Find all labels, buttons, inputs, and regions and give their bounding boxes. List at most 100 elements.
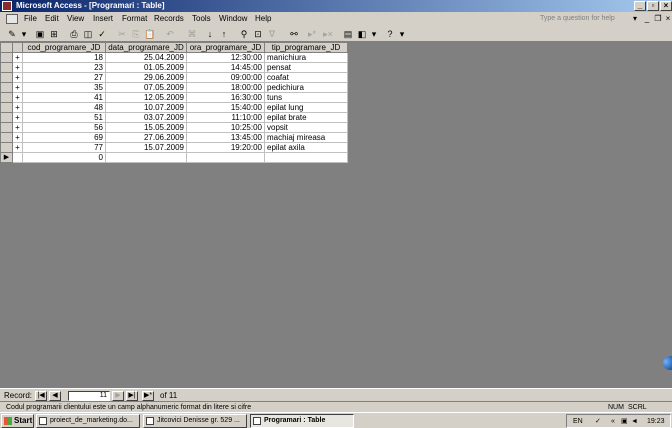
start-button[interactable]: Start — [1, 414, 34, 428]
database-window-icon[interactable]: ▤ — [342, 28, 354, 40]
close-button[interactable]: × — [660, 1, 672, 11]
record-selector[interactable] — [0, 122, 13, 133]
cell-tip[interactable]: vopsit — [264, 122, 348, 133]
new-record-row[interactable]: ▶ 0 — [0, 152, 348, 163]
table-row[interactable]: +35 07.05.2009 18:00:00 pedichiura — [0, 82, 348, 93]
child-restore-button[interactable]: ❐ — [653, 14, 663, 24]
table-window-icon[interactable] — [6, 14, 18, 24]
cell-tip[interactable]: machiaj mireasa — [264, 132, 348, 143]
cell-cod[interactable]: 69 — [22, 132, 106, 143]
print-preview-icon[interactable]: ◫ — [82, 28, 94, 40]
menu-format[interactable]: Format — [122, 14, 147, 24]
office-assistant-globe[interactable] — [663, 356, 672, 370]
cell-cod[interactable]: 48 — [22, 102, 106, 113]
cell-data[interactable]: 25.04.2009 — [105, 52, 187, 63]
record-selector[interactable] — [0, 82, 13, 93]
cell-tip[interactable]: pensat — [264, 62, 348, 73]
network-icon[interactable]: ✓ — [595, 416, 601, 427]
expand-subdatasheet-icon[interactable]: + — [12, 72, 23, 83]
toolbar-options-icon[interactable]: ▾ — [396, 28, 408, 40]
expand-subdatasheet-icon[interactable]: + — [12, 132, 23, 143]
cell-tip[interactable] — [264, 152, 348, 163]
expand-subdatasheet-icon[interactable]: + — [12, 112, 23, 123]
cell-data[interactable]: 15.07.2009 — [105, 142, 187, 153]
new-record-nav-button[interactable]: ▶* — [142, 391, 154, 401]
expand-subdatasheet-icon[interactable]: + — [12, 92, 23, 103]
cell-tip[interactable]: tuns — [264, 92, 348, 103]
expand-subdatasheet-icon[interactable]: + — [12, 122, 23, 133]
last-record-button[interactable]: ▶| — [126, 391, 138, 401]
cell-data[interactable]: 03.07.2009 — [105, 112, 187, 123]
delete-record-icon[interactable]: ▸× — [322, 28, 334, 40]
cell-cod[interactable]: 56 — [22, 122, 106, 133]
cell-ora[interactable]: 13:45:00 — [186, 132, 265, 143]
current-record-marker[interactable]: ▶ — [0, 152, 13, 163]
filter-by-selection-icon[interactable]: ⚲ — [238, 28, 250, 40]
column-header-tip[interactable]: tip_programare_JD — [264, 42, 348, 53]
cell-cod[interactable]: 27 — [22, 72, 106, 83]
menu-window[interactable]: Window — [219, 14, 247, 24]
cell-ora[interactable] — [186, 152, 265, 163]
find-icon[interactable]: ⚯ — [288, 28, 300, 40]
maximize-button[interactable]: ▫ — [647, 1, 659, 11]
current-record-input[interactable]: 11 — [68, 391, 110, 401]
cell-cod[interactable]: 35 — [22, 82, 106, 93]
new-record-icon[interactable]: ▸* — [306, 28, 318, 40]
record-selector[interactable] — [0, 72, 13, 83]
record-selector[interactable] — [0, 102, 13, 113]
insert-hyperlink-icon[interactable]: ⌘ — [186, 28, 198, 40]
cell-ora[interactable]: 19:20:00 — [186, 142, 265, 153]
cell-data[interactable]: 10.07.2009 — [105, 102, 187, 113]
volume-icon[interactable]: ◄ — [631, 416, 638, 427]
record-selector[interactable] — [0, 92, 13, 103]
menu-tools[interactable]: Tools — [192, 14, 211, 24]
record-selector[interactable] — [0, 132, 13, 143]
access-app-icon[interactable] — [2, 1, 12, 11]
cell-tip[interactable]: epilat axila — [264, 142, 348, 153]
cell-data[interactable]: 01.05.2009 — [105, 62, 187, 73]
new-object-dropdown-icon[interactable]: ▾ — [368, 28, 380, 40]
cell-ora[interactable]: 15:40:00 — [186, 102, 265, 113]
design-view-icon[interactable]: ✎ — [6, 28, 18, 40]
new-object-icon[interactable]: ◧ — [356, 28, 368, 40]
help-question-box[interactable]: Type a question for help — [540, 13, 626, 25]
cell-data[interactable] — [105, 152, 187, 163]
cell-tip[interactable]: pedichiura — [264, 82, 348, 93]
cell-ora[interactable]: 18:00:00 — [186, 82, 265, 93]
tray-app-icon[interactable]: ▣ — [621, 416, 628, 427]
table-row[interactable]: +77 15.07.2009 19:20:00 epilat axila — [0, 142, 348, 153]
cell-data[interactable]: 27.06.2009 — [105, 132, 187, 143]
table-row[interactable]: +51 03.07.2009 11:10:00 epilat brate — [0, 112, 348, 123]
spelling-icon[interactable]: ✓ — [96, 28, 108, 40]
select-all-corner[interactable] — [0, 42, 13, 53]
apply-filter-icon[interactable]: ∇ — [266, 28, 278, 40]
table-row[interactable]: +27 29.06.2009 09:00:00 coafat — [0, 72, 348, 83]
menu-records[interactable]: Records — [154, 14, 184, 24]
table-row[interactable]: +48 10.07.2009 15:40:00 epilat lung — [0, 102, 348, 113]
previous-record-button[interactable]: ◀ — [49, 391, 61, 401]
expand-subdatasheet-icon[interactable]: + — [12, 82, 23, 93]
table-row[interactable]: +41 12.05.2009 16:30:00 tuns — [0, 92, 348, 103]
cell-tip[interactable]: epilat brate — [264, 112, 348, 123]
cell-ora[interactable]: 11:10:00 — [186, 112, 265, 123]
cell-data[interactable]: 15.05.2009 — [105, 122, 187, 133]
view-dropdown-icon[interactable]: ▾ — [18, 28, 30, 40]
task-word-document[interactable]: proiect_de_marketing.do... — [36, 414, 140, 428]
menu-view[interactable]: View — [67, 14, 84, 24]
record-selector[interactable] — [0, 52, 13, 63]
expand-subdatasheet-icon[interactable]: + — [12, 62, 23, 73]
first-record-button[interactable]: |◀ — [35, 391, 47, 401]
expand-subdatasheet-icon[interactable]: + — [12, 52, 23, 63]
cell-cod[interactable]: 23 — [22, 62, 106, 73]
record-selector[interactable] — [0, 62, 13, 73]
copy-icon[interactable]: ⎘ — [130, 28, 142, 40]
column-header-data[interactable]: data_programare_JD — [105, 42, 187, 53]
cell-data[interactable]: 07.05.2009 — [105, 82, 187, 93]
table-row[interactable]: +69 27.06.2009 13:45:00 machiaj mireasa — [0, 132, 348, 143]
cell-data[interactable]: 12.05.2009 — [105, 92, 187, 103]
table-row[interactable]: +56 15.05.2009 10:25:00 vopsit — [0, 122, 348, 133]
cell-tip[interactable]: coafat — [264, 72, 348, 83]
child-minimize-button[interactable]: _ — [642, 14, 652, 24]
cell-data[interactable]: 29.06.2009 — [105, 72, 187, 83]
record-selector[interactable] — [0, 112, 13, 123]
